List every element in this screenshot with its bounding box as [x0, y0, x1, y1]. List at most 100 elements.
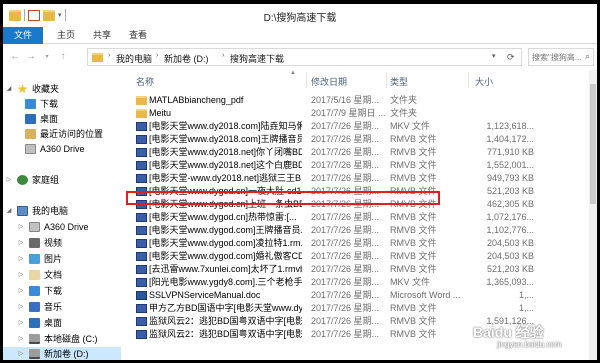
file-row[interactable]: [电影天堂www.dy2018.com]陆垚知马俐... 2017/7/26 星期… — [122, 120, 597, 133]
explorer-window: ▾ D:\搜狗高速下载 文件 主页 共享 查看 ← → ▾ ↑ › 我的电脑 ›… — [3, 4, 597, 360]
nav-item-downloads[interactable]: 下载 — [25, 97, 58, 111]
nav-item-recent[interactable]: 最近访问的位置 — [25, 127, 103, 141]
tab-home[interactable]: 主页 — [51, 27, 81, 44]
chevron-right-icon[interactable]: › — [222, 52, 224, 59]
nav-label: A360 Drive — [44, 222, 89, 232]
vertical-scrollbar[interactable] — [589, 70, 597, 360]
nav-item-downloads-pc[interactable]: ▷ 下载 — [17, 284, 62, 298]
nav-this-pc[interactable]: ◢ 我的电脑 — [5, 204, 68, 218]
breadcrumb-item[interactable]: 我的电脑 — [116, 52, 152, 65]
address-row: ← → ▾ ↑ › 我的电脑 › 新加卷 (D:) › 搜狗高速下载 ▾ ⟳ ⌕ — [3, 45, 597, 69]
video-file-icon — [136, 187, 147, 196]
file-row[interactable]: [去迅雷www.7xunlei.com]太坏了1.rmvb 2017/7/26 星… — [122, 263, 597, 276]
file-name: 甲方乙方BD国语中字[电影天堂www.dy2... — [149, 303, 302, 313]
chevron-right-icon[interactable]: ▷ — [17, 220, 25, 234]
file-type: RMVB 文件 — [390, 199, 437, 209]
file-row[interactable]: 甲方乙方BD国语中字[电影天堂www.dy2... 2017/7/26 星期...… — [122, 302, 597, 315]
file-row[interactable]: [电影天堂www.dygod.cn]热带惊雷:[... 2017/7/26 星期.… — [122, 211, 597, 224]
breadcrumb-item[interactable]: 新加卷 (D:) — [164, 52, 209, 65]
breadcrumb-item[interactable]: 搜狗高速下载 — [230, 52, 284, 65]
video-file-icon — [136, 226, 147, 235]
file-name: Meitu — [149, 108, 172, 118]
nav-item-drive-c[interactable]: ▷ 本地磁盘 (C:) — [17, 332, 98, 346]
chevron-right-icon[interactable]: ▷ — [17, 316, 25, 330]
file-size: 1,102,776... — [486, 225, 534, 235]
desktop-icon — [25, 114, 36, 124]
search-box[interactable]: ⌕ — [528, 48, 594, 66]
column-divider[interactable] — [306, 72, 307, 88]
up-arrow-icon[interactable]: ↑ — [57, 51, 69, 63]
file-row[interactable]: MATLABbiancheng_pdf 2017/5/16 星期... 文件夹 — [122, 94, 597, 107]
tab-view[interactable]: 查看 — [123, 27, 153, 44]
file-type: RMVB 文件 — [390, 238, 437, 248]
refresh-icon[interactable]: ⟳ — [507, 52, 515, 63]
search-icon[interactable]: ⌕ — [585, 51, 590, 62]
file-size: 1,365,093... — [486, 277, 534, 287]
nav-label: 新加卷 (D:) — [44, 349, 89, 359]
chevron-down-icon[interactable]: ◢ — [5, 204, 13, 218]
file-row[interactable]: [电影天堂www.dygod.com]凌拉特1.rm... 2017/7/26 星… — [122, 237, 597, 250]
recent-locations-icon[interactable]: ▾ — [41, 51, 53, 63]
column-date[interactable]: 修改日期 — [311, 75, 347, 88]
nav-homegroup[interactable]: ▷ 家庭组 — [5, 173, 59, 187]
file-size: 1,552,001... — [486, 160, 534, 170]
file-type: RMVB 文件 — [390, 134, 437, 144]
chevron-right-icon[interactable]: ▷ — [17, 300, 25, 314]
scrollbar-thumb[interactable] — [590, 84, 596, 204]
file-date: 2017/7/26 星期... — [311, 225, 380, 235]
file-row[interactable]: [电影天堂www.dygod.cn]一夜大肚-cd1... 2017/7/26 星… — [122, 185, 597, 198]
file-row[interactable]: [电影天堂-www.dy2018.net]逃狱三王B... 2017/7/26 星… — [122, 172, 597, 185]
chevron-right-icon[interactable]: ▷ — [5, 173, 13, 187]
file-row[interactable]: [电影天堂www.dy2018.net]你丫闭嘴BD... 2017/7/26 星… — [122, 146, 597, 159]
video-file-icon — [136, 304, 147, 313]
column-type[interactable]: 类型 — [390, 75, 408, 88]
nav-item-desktop-pc[interactable]: ▷ 桌面 — [17, 316, 62, 330]
chevron-right-icon[interactable]: › — [156, 52, 158, 59]
nav-item-drive-d[interactable]: ▷ 新加卷 (D:) — [17, 347, 89, 360]
chevron-right-icon[interactable]: ▷ — [17, 268, 25, 282]
column-divider[interactable] — [468, 72, 469, 88]
nav-item-music[interactable]: ▷ 音乐 — [17, 300, 62, 314]
chevron-right-icon[interactable]: ▷ — [17, 347, 25, 360]
nav-label: 视频 — [44, 238, 63, 248]
nav-item-a360[interactable]: A360 Drive — [25, 142, 85, 156]
tab-file[interactable]: 文件 — [3, 27, 43, 44]
file-row[interactable]: [电影天堂www.dy2018.net]这个白鹿BD... 2017/7/26 星… — [122, 159, 597, 172]
file-name: [电影天堂www.dy2018.net]这个白鹿BD... — [149, 160, 302, 170]
nav-favorites[interactable]: ◢ 收藏夹 — [5, 82, 59, 96]
video-file-icon — [136, 265, 147, 274]
nav-item-desktop[interactable]: 桌面 — [25, 112, 58, 126]
nav-item-pictures[interactable]: ▷ 图片 — [17, 252, 62, 266]
chevron-right-icon[interactable]: ▷ — [17, 332, 25, 346]
nav-item-a360-pc[interactable]: ▷ A360 Drive — [17, 220, 89, 234]
chevron-down-icon[interactable]: ◢ — [5, 82, 13, 96]
file-row[interactable]: [电影天堂www.dygod.com]王牌播音员... 2017/7/26 星期.… — [122, 224, 597, 237]
column-name[interactable]: 名称 — [136, 75, 154, 88]
back-arrow-icon[interactable]: ← — [9, 51, 21, 63]
column-size[interactable]: 大小 — [475, 75, 493, 88]
tab-share[interactable]: 共享 — [87, 27, 117, 44]
video-file-icon — [136, 122, 147, 131]
chevron-down-icon[interactable]: ▾ — [492, 52, 496, 60]
file-row[interactable]: Meitu 2017/7/9 星期日 ... 文件夹 — [122, 107, 597, 120]
file-type: RMVB 文件 — [390, 251, 437, 261]
file-size: 462,305 KB — [486, 199, 534, 209]
chevron-right-icon[interactable]: ▷ — [17, 284, 25, 298]
file-row[interactable]: SSLVPNServiceManual.doc 2017/7/26 星期... Mi… — [122, 289, 597, 302]
nav-item-videos[interactable]: ▷ 视频 — [17, 236, 62, 250]
column-divider[interactable] — [386, 72, 387, 88]
nav-item-documents[interactable]: ▷ 文档 — [17, 268, 62, 282]
disk-icon — [29, 349, 40, 359]
chevron-right-icon[interactable]: ▷ — [17, 252, 25, 266]
chevron-right-icon[interactable]: ▷ — [17, 236, 25, 250]
forward-arrow-icon[interactable]: → — [25, 51, 37, 63]
search-input[interactable] — [529, 49, 581, 65]
file-size: 949,793 KB — [486, 173, 534, 183]
address-bar[interactable]: › 我的电脑 › 新加卷 (D:) › 搜狗高速下载 ▾ ⟳ — [87, 48, 522, 66]
file-row[interactable]: [阳光电影www.ygdy8.com].三个老枪手... 2017/7/26 星期… — [122, 276, 597, 289]
file-row[interactable]: [电影天堂www.dygod.cn]上班一条虫BD... 2017/7/26 星期… — [122, 198, 597, 211]
file-size: 1,... — [518, 303, 534, 313]
file-row[interactable]: [电影天堂www.dy2018.com]王牌播音员... 2017/7/26 星期… — [122, 133, 597, 146]
chevron-right-icon[interactable]: › — [108, 52, 110, 59]
file-row[interactable]: [电影天堂www.dygod.com]婚礼傲客CD... 2017/7/26 星期… — [122, 250, 597, 263]
